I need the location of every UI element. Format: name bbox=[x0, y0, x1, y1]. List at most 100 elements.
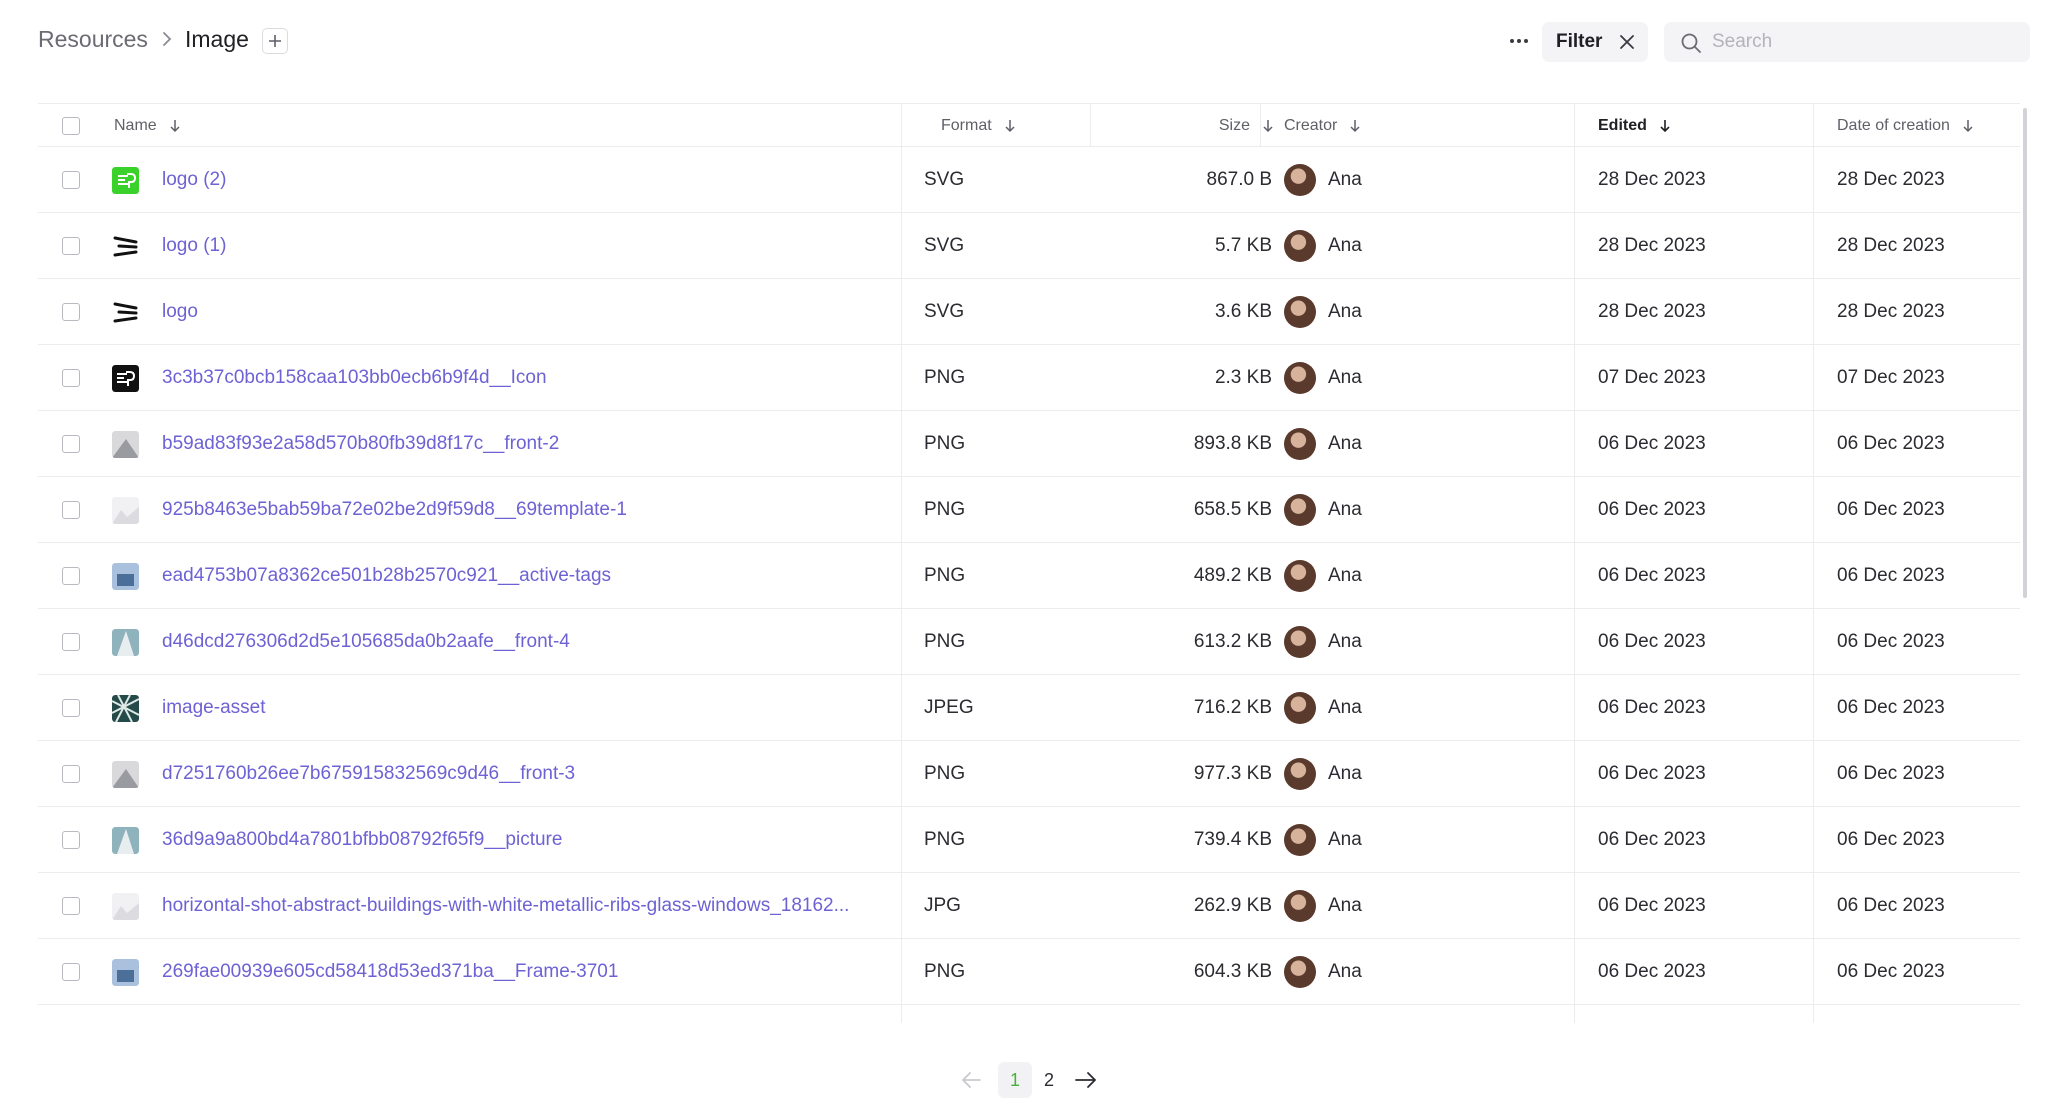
row-checkbox[interactable] bbox=[62, 699, 80, 717]
file-name-link[interactable]: logo bbox=[162, 301, 198, 323]
table-row[interactable]: 3c3b37c0bcb158caa103bb0ecb6b9f4d__Icon PN… bbox=[38, 345, 2020, 411]
creator-cell: Ana bbox=[1284, 609, 1362, 675]
table-row[interactable]: 36d9a9a800bd4a7801bfbb08792f65f9__pictur… bbox=[38, 807, 2020, 873]
page-button-2[interactable]: 2 bbox=[1032, 1062, 1066, 1098]
creator-name: Ana bbox=[1328, 829, 1362, 850]
table-row[interactable]: horizontal-shot-abstract-buildings-with-… bbox=[38, 873, 2020, 939]
file-name-link[interactable]: 36d9a9a800bd4a7801bfbb08792f65f9__pictur… bbox=[162, 829, 562, 851]
row-select-cell bbox=[62, 147, 80, 213]
edited-cell: 07 Dec 2023 bbox=[1598, 367, 1706, 388]
table-row[interactable]: 269fae00939e605cd58418d53ed371ba__Frame-… bbox=[38, 939, 2020, 1005]
sort-arrow-icon bbox=[1963, 120, 1973, 133]
column-header-edited[interactable]: Edited bbox=[1598, 104, 1671, 148]
table-row[interactable]: logo (2) SVG 867.0 B Ana 28 Dec 2023 28 Dec 2… bbox=[38, 147, 2020, 213]
row-select-cell bbox=[62, 213, 80, 279]
file-name-link[interactable]: logo (2) bbox=[162, 169, 226, 191]
close-icon[interactable] bbox=[1618, 33, 1636, 51]
file-name-link[interactable]: d46dcd276306d2d5e105685da0b2aafe__front-… bbox=[162, 631, 570, 653]
creator-cell: Ana bbox=[1284, 411, 1362, 477]
filter-button[interactable]: Filter bbox=[1542, 22, 1648, 62]
table-row[interactable]: b59ad83f93e2a58d570b80fb39d8f17c__front-… bbox=[38, 411, 2020, 477]
row-checkbox[interactable] bbox=[62, 633, 80, 651]
size-cell: 2.3 KB bbox=[1214, 367, 1272, 388]
search-input[interactable] bbox=[1712, 22, 2012, 62]
column-header-date-of-creation[interactable]: Date of creation bbox=[1837, 104, 1974, 148]
more-icon bbox=[1510, 39, 1528, 43]
sort-arrow-icon bbox=[1005, 120, 1015, 133]
row-select-cell bbox=[62, 939, 80, 1005]
format-cell: PNG bbox=[924, 367, 966, 388]
more-options-button[interactable] bbox=[1504, 26, 1534, 56]
file-name-link[interactable]: image-asset bbox=[162, 697, 266, 719]
thumbnail-cell bbox=[112, 411, 139, 477]
column-header-size[interactable]: Size bbox=[1130, 104, 1274, 148]
row-checkbox[interactable] bbox=[62, 963, 80, 981]
row-checkbox[interactable] bbox=[62, 897, 80, 915]
table-row[interactable]: ead4753b07a8362ce501b28b2570c921__active… bbox=[38, 543, 2020, 609]
blue-photo-thumbnail-icon bbox=[112, 562, 139, 590]
avatar bbox=[1284, 560, 1316, 592]
file-name-link[interactable]: 925b8463e5bab59ba72e02be2d9f59d8__69temp… bbox=[162, 499, 627, 521]
edited-cell: 28 Dec 2023 bbox=[1598, 235, 1706, 256]
page-button-1[interactable]: 1 bbox=[998, 1062, 1032, 1098]
file-name-link[interactable]: 3c3b37c0bcb158caa103bb0ecb6b9f4d__Icon bbox=[162, 367, 547, 389]
file-name-link[interactable]: b59ad83f93e2a58d570b80fb39d8f17c__front-… bbox=[162, 433, 559, 455]
column-header-format[interactable]: Format bbox=[941, 104, 1016, 148]
column-label: Edited bbox=[1598, 117, 1647, 134]
size-cell: 262.9 KB bbox=[1193, 895, 1272, 916]
creator-name: Ana bbox=[1328, 499, 1362, 520]
file-name-link[interactable]: logo (1) bbox=[162, 235, 226, 257]
row-checkbox[interactable] bbox=[62, 435, 80, 453]
column-header-creator[interactable]: Creator bbox=[1284, 104, 1361, 148]
row-checkbox[interactable] bbox=[62, 831, 80, 849]
row-checkbox[interactable] bbox=[62, 369, 80, 387]
creator-cell: Ana bbox=[1284, 675, 1362, 741]
file-name-link[interactable]: horizontal-shot-abstract-buildings-with-… bbox=[162, 895, 849, 917]
teal-photo-thumbnail-icon bbox=[112, 628, 139, 656]
previous-page-icon[interactable] bbox=[960, 1070, 982, 1090]
row-checkbox[interactable] bbox=[62, 567, 80, 585]
green-logo-thumbnail-icon bbox=[112, 166, 139, 194]
table-row[interactable]: 925b8463e5bab59ba72e02be2d9f59d8__69temp… bbox=[38, 477, 2020, 543]
row-checkbox[interactable] bbox=[62, 501, 80, 519]
table-row[interactable]: logo (1) SVG 5.7 KB Ana 28 Dec 2023 28 Dec 20… bbox=[38, 213, 2020, 279]
creator-cell: Ana bbox=[1284, 873, 1362, 939]
avatar bbox=[1284, 296, 1316, 328]
size-cell: 604.3 KB bbox=[1193, 961, 1272, 982]
table-scrollbar[interactable] bbox=[2023, 108, 2027, 598]
row-checkbox[interactable] bbox=[62, 765, 80, 783]
column-label: Format bbox=[941, 117, 992, 134]
format-cell: JPEG bbox=[924, 697, 974, 718]
table-row[interactable]: d7251760b26ee7b675915832569c9d46__front-… bbox=[38, 741, 2020, 807]
file-name-link[interactable]: 269fae00939e605cd58418d53ed371ba__Frame-… bbox=[162, 961, 618, 983]
size-cell: 893.8 KB bbox=[1193, 433, 1272, 454]
date-of-creation-cell: 28 Dec 2023 bbox=[1837, 235, 1945, 256]
size-cell: 658.5 KB bbox=[1193, 499, 1272, 520]
add-button[interactable] bbox=[262, 28, 288, 54]
select-all-checkbox[interactable] bbox=[62, 117, 80, 135]
creator-cell: Ana bbox=[1284, 345, 1362, 411]
row-checkbox[interactable] bbox=[62, 303, 80, 321]
table-row[interactable]: d46dcd276306d2d5e105685da0b2aafe__front-… bbox=[38, 609, 2020, 675]
row-checkbox[interactable] bbox=[62, 237, 80, 255]
file-name-link[interactable]: ead4753b07a8362ce501b28b2570c921__active… bbox=[162, 565, 611, 587]
creator-name: Ana bbox=[1328, 631, 1362, 652]
column-header-name[interactable]: Name bbox=[114, 104, 181, 148]
table-row[interactable]: image-asset JPEG 716.2 KB Ana 06 Dec 2023 06 … bbox=[38, 675, 2020, 741]
date-of-creation-cell: 06 Dec 2023 bbox=[1837, 565, 1945, 586]
creator-name: Ana bbox=[1328, 433, 1362, 454]
date-of-creation-cell: 06 Dec 2023 bbox=[1837, 763, 1945, 784]
table-row[interactable]: logo SVG 3.6 KB Ana 28 Dec 2023 28 Dec 2023 bbox=[38, 279, 2020, 345]
file-name-link[interactable]: d7251760b26ee7b675915832569c9d46__front-… bbox=[162, 763, 575, 785]
size-cell: 977.3 KB bbox=[1193, 763, 1272, 784]
creator-name: Ana bbox=[1328, 961, 1362, 982]
next-page-icon[interactable] bbox=[1074, 1070, 1098, 1090]
column-label: Size bbox=[1218, 117, 1250, 134]
plus-icon bbox=[269, 35, 281, 47]
sort-arrow-icon bbox=[170, 120, 180, 133]
row-checkbox[interactable] bbox=[62, 171, 80, 189]
column-divider bbox=[1260, 103, 1261, 147]
breadcrumb-resources[interactable]: Resources bbox=[38, 26, 148, 53]
row-select-cell bbox=[62, 345, 80, 411]
edited-cell: 28 Dec 2023 bbox=[1598, 169, 1706, 190]
